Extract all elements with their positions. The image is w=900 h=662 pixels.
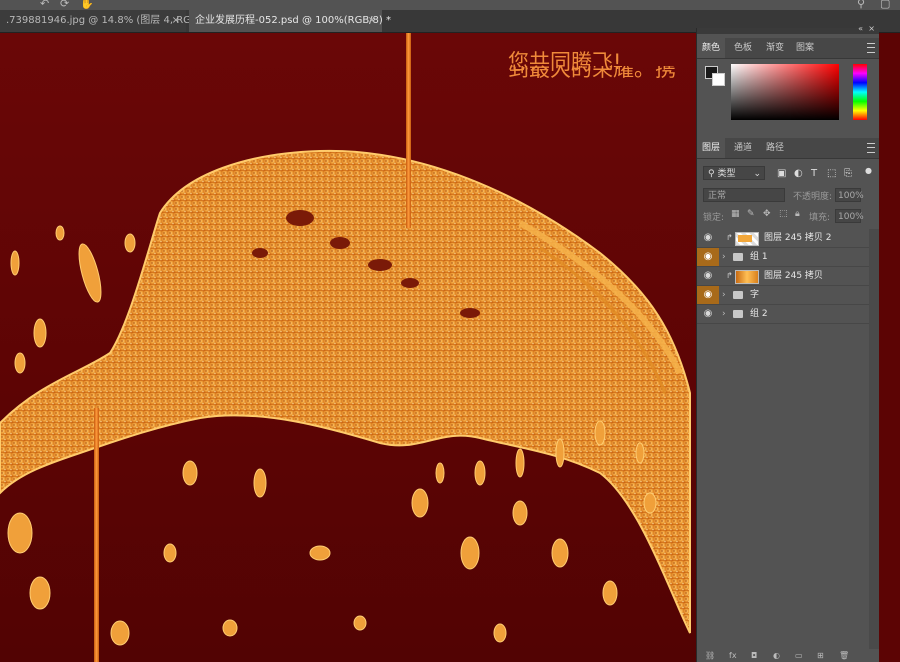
new-group-icon[interactable]: ▭ xyxy=(795,651,803,660)
opacity-input[interactable]: 100% xyxy=(835,188,864,202)
hue-slider[interactable] xyxy=(853,64,867,120)
lock-all-icon[interactable]: 🔒︎ xyxy=(795,209,800,219)
layer-row[interactable]: ◉ ↱ 图层 245 拷贝 xyxy=(697,267,869,286)
layer-row[interactable]: ◉ › 字 xyxy=(697,286,869,305)
rotate-icon[interactable]: ⟳ xyxy=(60,0,69,10)
tab-document-jpg[interactable]: .739881946.jpg @ 14.8% (图层 4, RGB/8) * × xyxy=(0,10,220,32)
tab-patterns[interactable]: 图案 xyxy=(791,38,819,58)
opacity-label: 不透明度: xyxy=(793,192,833,202)
link-layers-icon[interactable]: ⛓ xyxy=(705,651,715,660)
color-panel-tabs: 颜色 色板 渐变 图案 xyxy=(697,38,879,59)
filter-type-icon[interactable]: T xyxy=(811,168,817,179)
background-color-swatch[interactable] xyxy=(712,73,725,86)
tab-channels[interactable]: 通道 xyxy=(729,138,757,158)
blend-mode-select[interactable]: 正常 xyxy=(703,188,785,202)
search-icon: ⚲ xyxy=(708,169,715,179)
layer-row[interactable]: ◉ › 组 1 xyxy=(697,248,869,267)
clip-link-icon: ↱ xyxy=(726,271,733,280)
layers-bottom-toolbar: ⛓ fx ◘ ◐ ▭ ⊞ 🗑︎ xyxy=(697,651,879,662)
new-layer-icon[interactable]: ⊞ xyxy=(817,651,824,660)
tab-paths[interactable]: 路径 xyxy=(761,138,789,158)
lock-paint-icon[interactable]: ✎ xyxy=(747,209,755,219)
chevron-right-icon[interactable]: › xyxy=(722,248,726,266)
panel-menu-icon[interactable] xyxy=(867,143,875,153)
tab-document-psd[interactable]: 企业发展历程-052.psd @ 100%(RGB/8) * × xyxy=(189,10,391,32)
layers-scrollbar[interactable] xyxy=(869,229,879,649)
chevron-right-icon[interactable]: › xyxy=(722,286,726,304)
tab-gradients[interactable]: 渐变 xyxy=(761,38,789,58)
collapse-icon[interactable]: « xyxy=(858,24,863,33)
visibility-eye-icon[interactable]: ◉ xyxy=(697,286,719,304)
chevron-right-icon[interactable]: › xyxy=(722,305,726,323)
panel-collapse-bar[interactable]: « × xyxy=(697,24,879,34)
workspace-icon[interactable]: ▢ xyxy=(880,0,890,10)
canvas-right-edge xyxy=(878,33,900,662)
tab-label: 企业发展历程-052.psd @ 100%(RGB/8) * xyxy=(195,15,391,26)
tab-label: .739881946.jpg @ 14.8% (图层 4, RGB/8) * xyxy=(6,15,220,26)
filter-type-label: 类型 xyxy=(717,169,736,179)
app-menu-bar: ↶ ⟳ ✋ ⚲ ▢ xyxy=(0,0,900,10)
visibility-eye-icon[interactable]: ◉ xyxy=(697,305,719,323)
layer-filter-select[interactable]: ⚲ 类型 ⌄ xyxy=(703,166,765,180)
trash-icon[interactable]: 🗑︎ xyxy=(839,651,849,660)
folder-icon xyxy=(733,253,743,261)
fx-icon[interactable]: fx xyxy=(729,651,737,660)
color-picker-field[interactable] xyxy=(731,64,839,120)
filter-shape-icon[interactable]: ⬚ xyxy=(827,168,836,179)
visibility-eye-icon[interactable]: ◉ xyxy=(697,248,719,266)
layer-name[interactable]: 图层 245 拷贝 2 xyxy=(764,229,832,247)
adjustment-icon[interactable]: ◐ xyxy=(773,651,780,660)
mask-icon[interactable]: ◘ xyxy=(751,651,757,660)
close-icon[interactable]: × xyxy=(868,24,875,33)
layer-thumbnail xyxy=(735,270,759,284)
lock-artboard-icon[interactable]: ⬚ xyxy=(779,209,788,219)
lock-label: 锁定: xyxy=(703,213,725,223)
layer-name[interactable]: 组 2 xyxy=(750,305,768,323)
layer-row[interactable]: ◉ › 组 2 xyxy=(697,305,869,324)
tab-layers[interactable]: 图层 xyxy=(697,138,726,158)
visibility-eye-icon[interactable]: ◉ xyxy=(697,229,719,247)
filter-adjust-icon[interactable]: ◐ xyxy=(794,168,803,179)
search-icon[interactable]: ⚲ xyxy=(857,0,865,10)
blend-mode-value: 正常 xyxy=(708,191,727,201)
folder-icon xyxy=(733,310,743,318)
undo-icon[interactable]: ↶ xyxy=(40,0,49,10)
chevron-down-icon: ⌄ xyxy=(753,169,761,179)
panel-menu-icon[interactable] xyxy=(867,43,875,53)
layers-panel-tabs: 图层 通道 路径 xyxy=(697,138,879,159)
clip-link-icon: ↱ xyxy=(726,233,733,242)
layer-thumbnail xyxy=(735,232,759,246)
close-icon[interactable]: × xyxy=(368,10,376,32)
hand-icon[interactable]: ✋ xyxy=(80,0,94,10)
layer-row[interactable]: ◉ ↱ 图层 245 拷贝 2 xyxy=(697,229,869,248)
filter-smart-icon[interactable]: ⎘ xyxy=(844,168,852,179)
tab-swatches[interactable]: 色板 xyxy=(729,38,757,58)
guide-line xyxy=(406,33,411,228)
visibility-eye-icon[interactable]: ◉ xyxy=(697,267,719,285)
lock-transparent-icon[interactable]: ▦ xyxy=(731,209,740,219)
layer-name[interactable]: 组 1 xyxy=(750,248,768,266)
layer-name[interactable]: 字 xyxy=(750,286,759,304)
headline-text: 您共同腾飞! xyxy=(508,50,622,74)
fill-value: 100% xyxy=(838,212,864,222)
guide-line xyxy=(94,408,99,662)
fill-input[interactable]: 100% xyxy=(835,209,864,223)
filter-toggle-icon[interactable]: ● xyxy=(865,166,872,175)
layer-name[interactable]: 图层 245 拷贝 xyxy=(764,267,823,285)
fill-label: 填充: xyxy=(809,213,831,223)
filter-pixel-icon[interactable]: ▣ xyxy=(777,168,786,179)
close-icon[interactable]: × xyxy=(172,10,180,32)
tab-color[interactable]: 颜色 xyxy=(697,38,726,58)
folder-icon xyxy=(733,291,743,299)
lock-position-icon[interactable]: ✥ xyxy=(763,209,771,219)
right-panel-dock: « × 颜色 色板 渐变 图案 图层 通道 路径 ⚲ 类型 ⌄ ▣ ◐ T ⬚ … xyxy=(696,24,879,662)
opacity-value: 100% xyxy=(838,191,864,201)
